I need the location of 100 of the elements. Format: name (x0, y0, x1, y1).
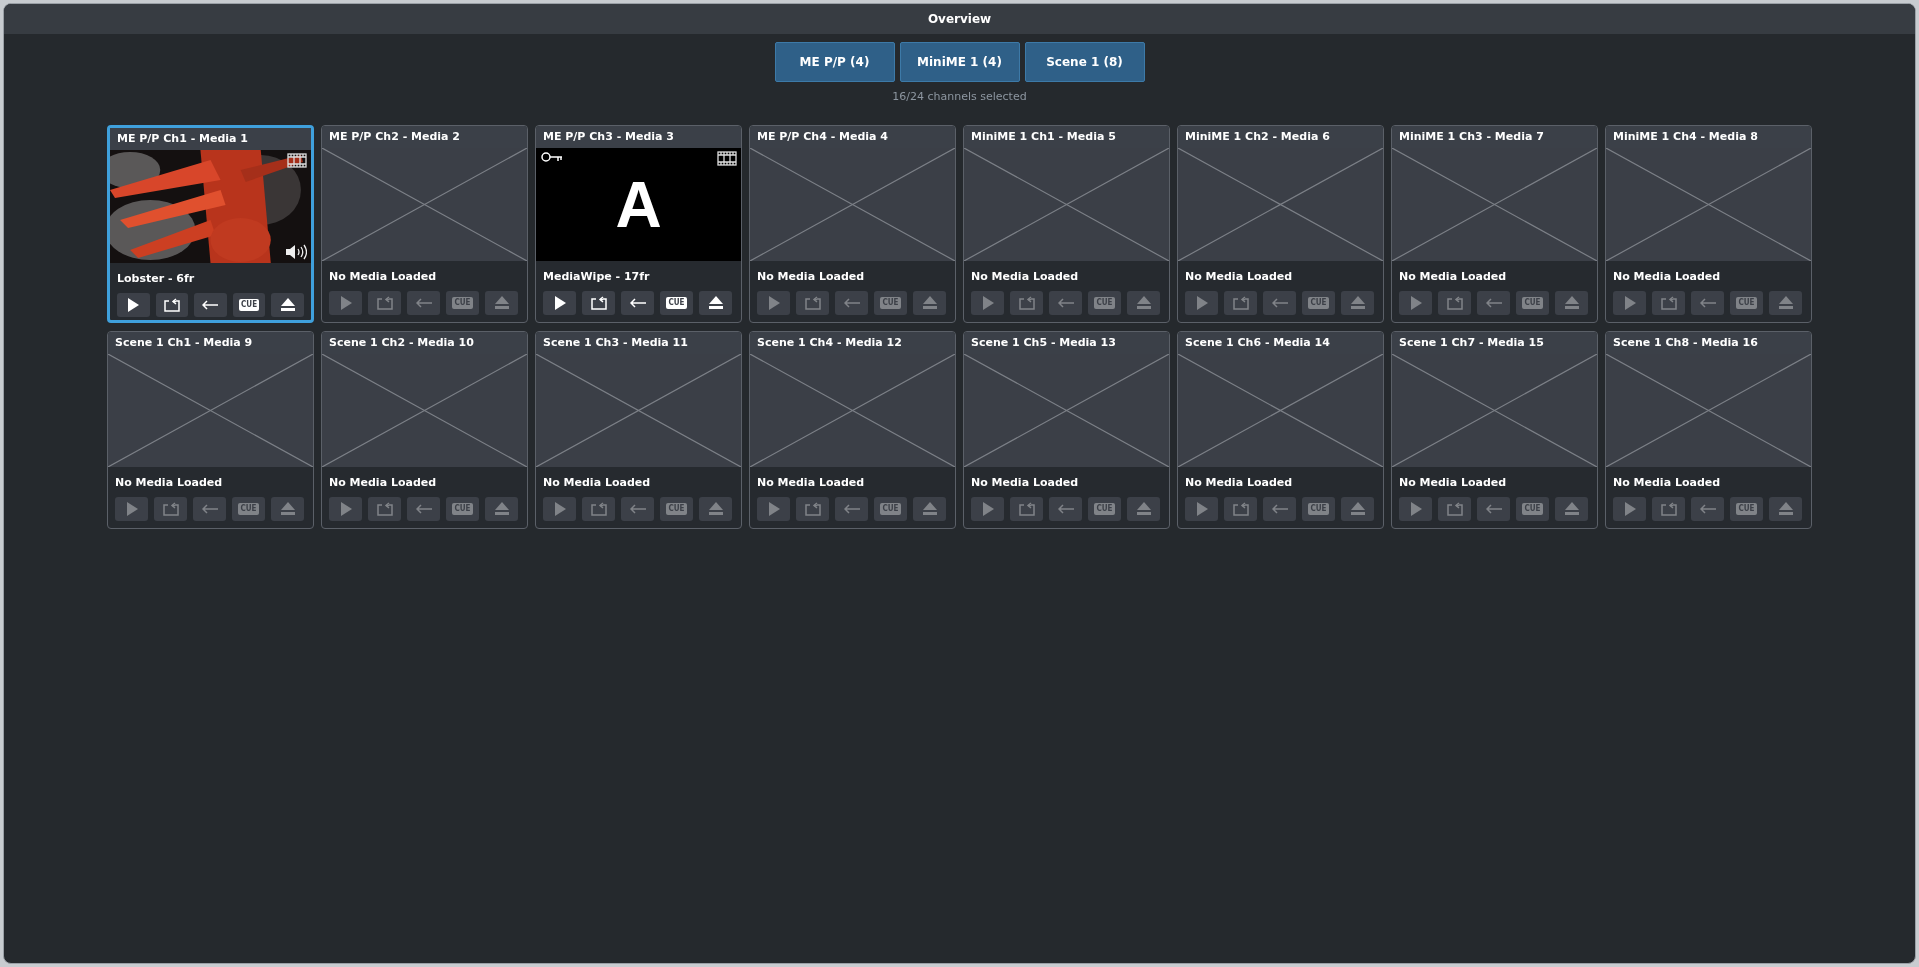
eject-icon (1778, 502, 1793, 516)
left-arrow-icon (1057, 504, 1074, 514)
play-icon (767, 296, 780, 310)
group-tab[interactable]: Scene 1 (8) (1024, 42, 1145, 82)
eject-icon (922, 502, 937, 516)
loop-icon (163, 298, 180, 312)
eject-icon (1136, 296, 1151, 310)
play-icon (553, 296, 566, 310)
cue-button[interactable]: CUE (660, 291, 693, 315)
loop-button[interactable] (582, 291, 615, 315)
play-icon (1409, 502, 1422, 516)
window-title: Overview (927, 12, 992, 26)
eject-icon (708, 502, 723, 516)
empty-preview-icon (322, 354, 527, 467)
left-arrow-icon (201, 504, 218, 514)
empty-preview-icon (108, 354, 313, 467)
channel-title: ME P/P Ch3 - Media 3 (543, 130, 674, 143)
empty-preview-icon (964, 148, 1169, 261)
media-name: No Media Loaded (329, 476, 437, 489)
selection-summary: 16/24 channels selected (892, 90, 1027, 103)
rewind-button[interactable] (194, 293, 227, 317)
eject-button[interactable] (699, 291, 732, 315)
eject-icon (1564, 296, 1579, 310)
media-name: No Media Loaded (757, 270, 865, 283)
channel-title: Scene 1 Ch6 - Media 14 (1185, 336, 1330, 349)
channel-title: Scene 1 Ch2 - Media 10 (329, 336, 474, 349)
graphic-letter: A (615, 167, 662, 242)
cue-button[interactable]: CUE (232, 293, 266, 317)
channel-title: ME P/P Ch1 - Media 1 (117, 132, 248, 145)
play-icon (1623, 296, 1636, 310)
eject-icon (494, 502, 509, 516)
eject-button[interactable] (271, 293, 304, 317)
channel-title: MiniME 1 Ch2 - Media 6 (1185, 130, 1330, 143)
channel-title: Scene 1 Ch1 - Media 9 (115, 336, 253, 349)
left-arrow-icon (1057, 298, 1074, 308)
left-arrow-icon (1699, 504, 1716, 514)
media-name: No Media Loaded (971, 270, 1079, 283)
loop-icon (590, 296, 607, 310)
group-tab[interactable]: MiniME 1 (4) (899, 42, 1020, 82)
left-arrow-icon (1271, 298, 1288, 308)
empty-preview-icon (1606, 354, 1811, 467)
channel-card[interactable]: ME P/P Ch3 - Media 3 A MediaWipe - 17fr CUE (535, 125, 742, 323)
media-name: No Media Loaded (1613, 270, 1721, 283)
eject-icon (494, 296, 509, 310)
loop-icon (1660, 296, 1677, 310)
play-icon (553, 502, 566, 516)
play-icon (1623, 502, 1636, 516)
play-icon (339, 502, 352, 516)
left-arrow-icon (202, 300, 219, 310)
loop-icon (1446, 296, 1463, 310)
loop-icon (376, 296, 393, 310)
channel-title: Scene 1 Ch7 - Media 15 (1399, 336, 1544, 349)
play-icon (339, 296, 352, 310)
channel-title: Scene 1 Ch5 - Media 13 (971, 336, 1116, 349)
play-button[interactable] (117, 293, 150, 317)
channel-title: MiniME 1 Ch1 - Media 5 (971, 130, 1116, 143)
play-icon (1409, 296, 1422, 310)
loop-icon (1018, 296, 1035, 310)
media-name: No Media Loaded (329, 270, 437, 283)
loop-icon (1018, 502, 1035, 516)
media-name: No Media Loaded (1185, 270, 1293, 283)
media-name: Lobster - 6fr (117, 272, 195, 285)
eject-icon (1136, 502, 1151, 516)
channel-card[interactable]: ME P/P Ch1 - Media 1 Lobster - 6fr CUE (107, 125, 314, 323)
empty-preview-icon (1178, 148, 1383, 261)
eject-icon (1350, 502, 1365, 516)
empty-preview-icon (964, 354, 1169, 467)
left-arrow-icon (415, 504, 432, 514)
left-arrow-icon (415, 298, 432, 308)
channel-title: Scene 1 Ch4 - Media 12 (757, 336, 902, 349)
channel-title: ME P/P Ch4 - Media 4 (757, 130, 888, 143)
channel-title: Scene 1 Ch3 - Media 11 (543, 336, 688, 349)
left-arrow-icon (629, 298, 646, 308)
left-arrow-icon (1271, 504, 1288, 514)
left-arrow-icon (843, 504, 860, 514)
play-icon (767, 502, 780, 516)
play-icon (981, 502, 994, 516)
play-icon (127, 298, 140, 312)
left-arrow-icon (1699, 298, 1716, 308)
eject-icon (1778, 296, 1793, 310)
play-icon (1195, 296, 1208, 310)
empty-preview-icon (750, 354, 955, 467)
empty-preview-icon (1392, 354, 1597, 467)
empty-preview-icon (322, 148, 527, 261)
loop-icon (162, 502, 179, 516)
play-button[interactable] (543, 291, 576, 315)
play-icon (125, 502, 138, 516)
loop-icon (1232, 296, 1249, 310)
loop-icon (1660, 502, 1677, 516)
eject-icon (1350, 296, 1365, 310)
channel-title: Scene 1 Ch8 - Media 16 (1613, 336, 1758, 349)
empty-preview-icon (536, 354, 741, 467)
channel-title: ME P/P Ch2 - Media 2 (329, 130, 460, 143)
loop-button[interactable] (155, 293, 189, 317)
left-arrow-icon (1485, 504, 1502, 514)
loop-icon (1232, 502, 1249, 516)
empty-preview-icon (1392, 148, 1597, 261)
group-tab[interactable]: ME P/P (4) (774, 42, 895, 82)
media-name: No Media Loaded (971, 476, 1079, 489)
rewind-button[interactable] (621, 291, 654, 315)
